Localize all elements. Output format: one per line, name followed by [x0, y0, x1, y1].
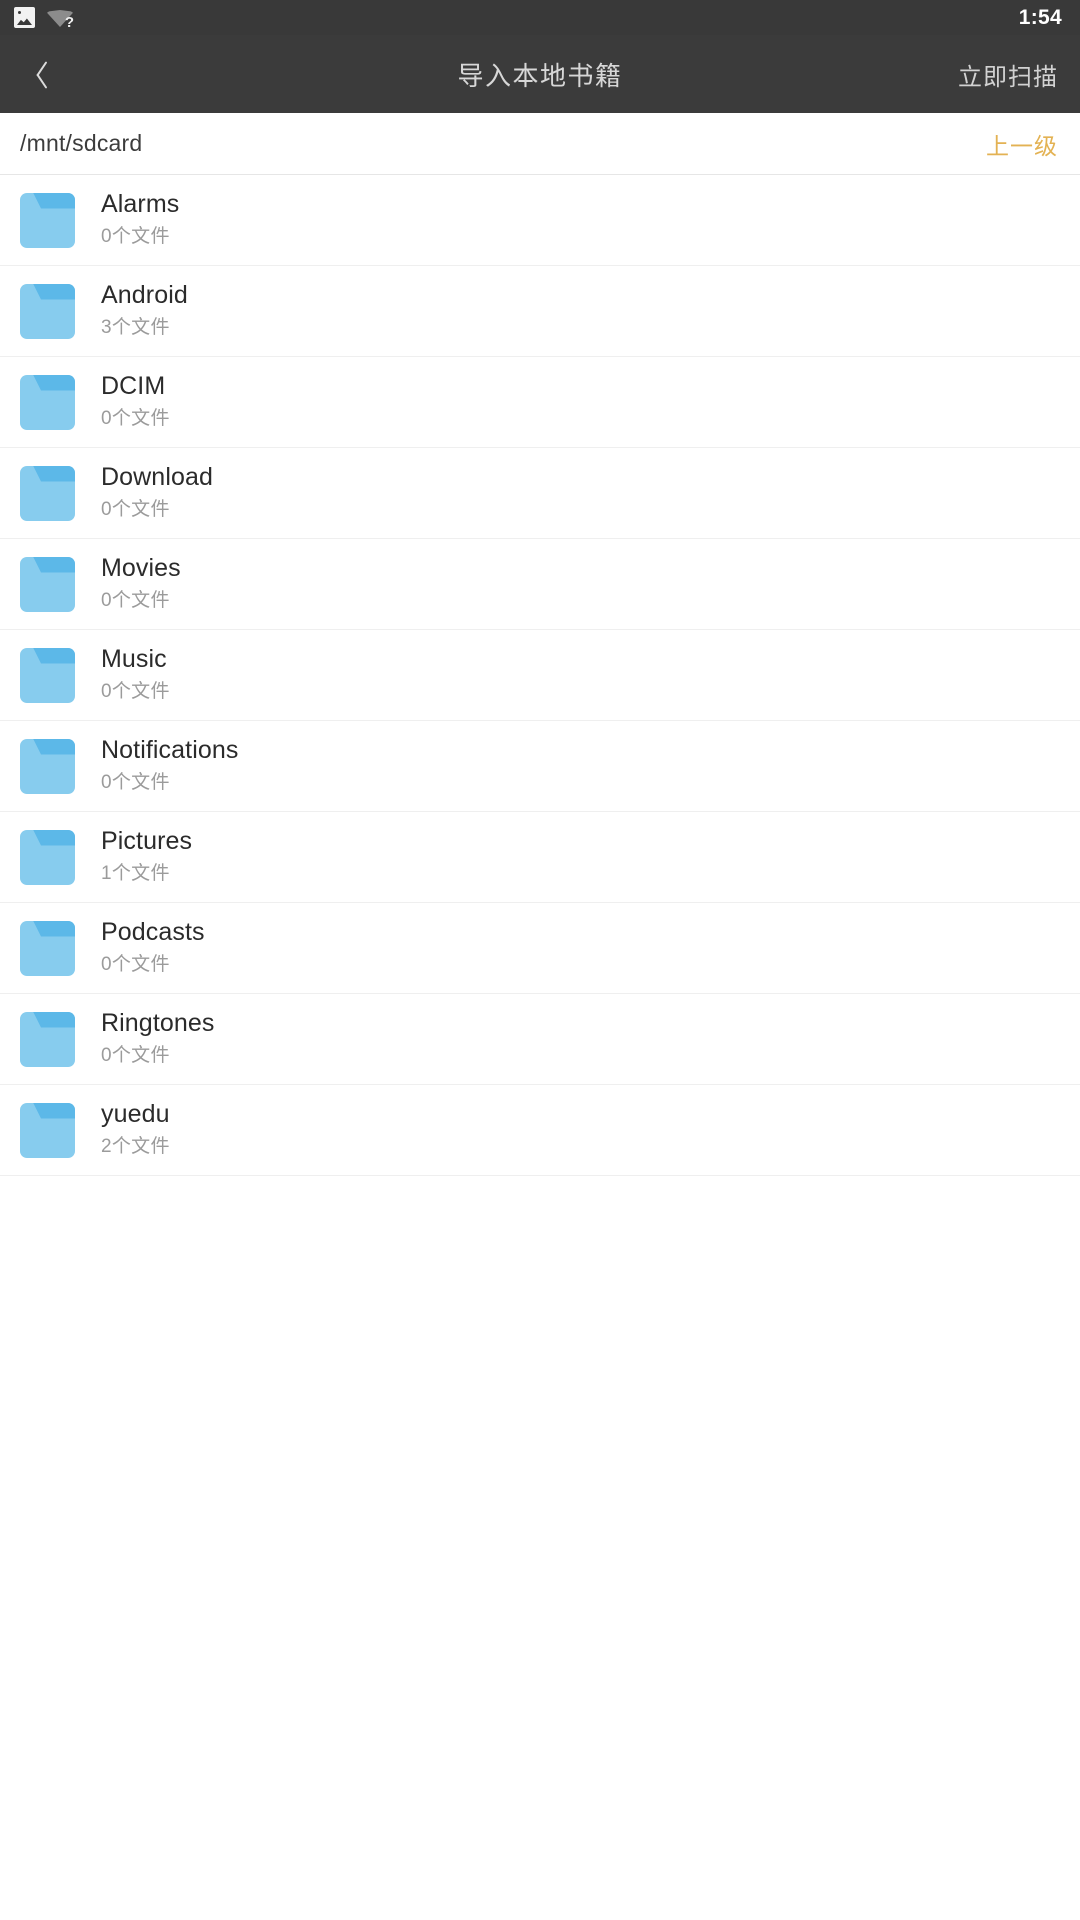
- folder-tab-shape: [20, 465, 75, 482]
- folder-tab-shape: [20, 374, 75, 391]
- status-bar: ? 1:54: [0, 0, 1080, 35]
- folder-filecount-label: 1个文件: [101, 862, 170, 884]
- file-list: Alarms 0个文件 Android 3个文件 DCIM 0个文件 Downl…: [0, 175, 1080, 1176]
- app-screen: ? 1:54 导入本地书籍 立即扫描 /mnt/sdcard 上一级 Alarm…: [0, 0, 1080, 1920]
- file-list-row-notifications[interactable]: Notifications 0个文件: [0, 721, 1080, 812]
- file-row-text: Notifications 0个文件: [101, 735, 238, 798]
- folder-filecount-label: 0个文件: [101, 589, 170, 611]
- folder-filecount-label: 2个文件: [101, 1135, 170, 1157]
- file-list-row-dcim[interactable]: DCIM 0个文件: [0, 357, 1080, 448]
- back-button[interactable]: [0, 35, 74, 113]
- folder-icon: [20, 465, 75, 521]
- file-list-row-podcasts[interactable]: Podcasts 0个文件: [0, 903, 1080, 994]
- path-bar: /mnt/sdcard 上一级: [0, 113, 1080, 175]
- folder-name-label: Android: [101, 280, 188, 309]
- folder-filecount-label: 0个文件: [101, 680, 170, 702]
- folder-icon: [20, 829, 75, 885]
- file-row-text: DCIM 0个文件: [101, 371, 170, 434]
- file-list-row-ringtones[interactable]: Ringtones 0个文件: [0, 994, 1080, 1085]
- folder-icon: [20, 192, 75, 248]
- file-row-text: Podcasts 0个文件: [101, 917, 205, 980]
- folder-filecount-label: 0个文件: [101, 1044, 170, 1066]
- chevron-left-icon: [29, 59, 46, 89]
- folder-icon: [20, 556, 75, 612]
- folder-tab-shape: [20, 829, 75, 846]
- file-row-text: Ringtones 0个文件: [101, 1008, 214, 1071]
- parent-directory-button[interactable]: 上一级: [986, 127, 1058, 161]
- file-list-row-movies[interactable]: Movies 0个文件: [0, 539, 1080, 630]
- folder-tab-shape: [20, 556, 75, 573]
- file-row-text: Pictures 1个文件: [101, 826, 192, 889]
- folder-filecount-label: 0个文件: [101, 498, 170, 520]
- current-path-label: /mnt/sdcard: [20, 130, 143, 156]
- folder-tab-shape: [20, 920, 75, 937]
- folder-name-label: yuedu: [101, 1099, 170, 1128]
- app-bar: 导入本地书籍 立即扫描: [0, 35, 1080, 113]
- folder-filecount-label: 0个文件: [101, 407, 170, 429]
- folder-filecount-label: 0个文件: [101, 953, 170, 975]
- file-row-text: Download 0个文件: [101, 462, 213, 525]
- scan-now-button[interactable]: 立即扫描: [958, 57, 1058, 92]
- folder-name-label: Movies: [101, 553, 181, 582]
- folder-filecount-label: 0个文件: [101, 771, 170, 793]
- folder-name-label: Podcasts: [101, 917, 205, 946]
- folder-name-label: Notifications: [101, 735, 239, 764]
- file-list-row-yuedu[interactable]: yuedu 2个文件: [0, 1085, 1080, 1176]
- folder-tab-shape: [20, 647, 75, 664]
- folder-name-label: DCIM: [101, 371, 166, 400]
- folder-name-label: Pictures: [101, 826, 193, 855]
- file-list-row-music[interactable]: Music 0个文件: [0, 630, 1080, 721]
- page-title: 导入本地书籍: [457, 60, 623, 91]
- file-list-row-download[interactable]: Download 0个文件: [0, 448, 1080, 539]
- folder-name-label: Alarms: [101, 189, 180, 218]
- file-list-row-android[interactable]: Android 3个文件: [0, 266, 1080, 357]
- folder-filecount-label: 0个文件: [101, 225, 170, 247]
- folder-tab-shape: [20, 283, 75, 300]
- folder-name-label: Music: [101, 644, 167, 673]
- folder-icon: [20, 374, 75, 430]
- folder-tab-shape: [20, 1011, 75, 1028]
- file-list-row-alarms[interactable]: Alarms 0个文件: [0, 175, 1080, 266]
- wifi-question-badge: ?: [64, 14, 74, 31]
- file-row-text: Movies 0个文件: [101, 553, 181, 616]
- wifi-unknown-icon: ?: [47, 7, 74, 31]
- folder-icon: [20, 920, 75, 976]
- folder-tab-shape: [20, 738, 75, 755]
- folder-filecount-label: 3个文件: [101, 316, 170, 338]
- folder-icon: [20, 1102, 75, 1158]
- folder-name-label: Download: [101, 462, 213, 491]
- folder-name-label: Ringtones: [101, 1008, 215, 1037]
- file-row-text: yuedu 2个文件: [101, 1099, 170, 1162]
- folder-icon: [20, 647, 75, 703]
- folder-icon: [20, 1011, 75, 1067]
- status-bar-clock: 1:54: [1018, 5, 1062, 29]
- folder-icon: [20, 283, 75, 339]
- image-icon: [14, 7, 35, 28]
- file-row-text: Android 3个文件: [101, 280, 188, 343]
- folder-tab-shape: [20, 1102, 75, 1119]
- file-list-row-pictures[interactable]: Pictures 1个文件: [0, 812, 1080, 903]
- folder-icon: [20, 738, 75, 794]
- folder-tab-shape: [20, 192, 75, 209]
- file-row-text: Music 0个文件: [101, 644, 170, 707]
- status-bar-icons: ?: [14, 7, 74, 31]
- file-row-text: Alarms 0个文件: [101, 189, 179, 252]
